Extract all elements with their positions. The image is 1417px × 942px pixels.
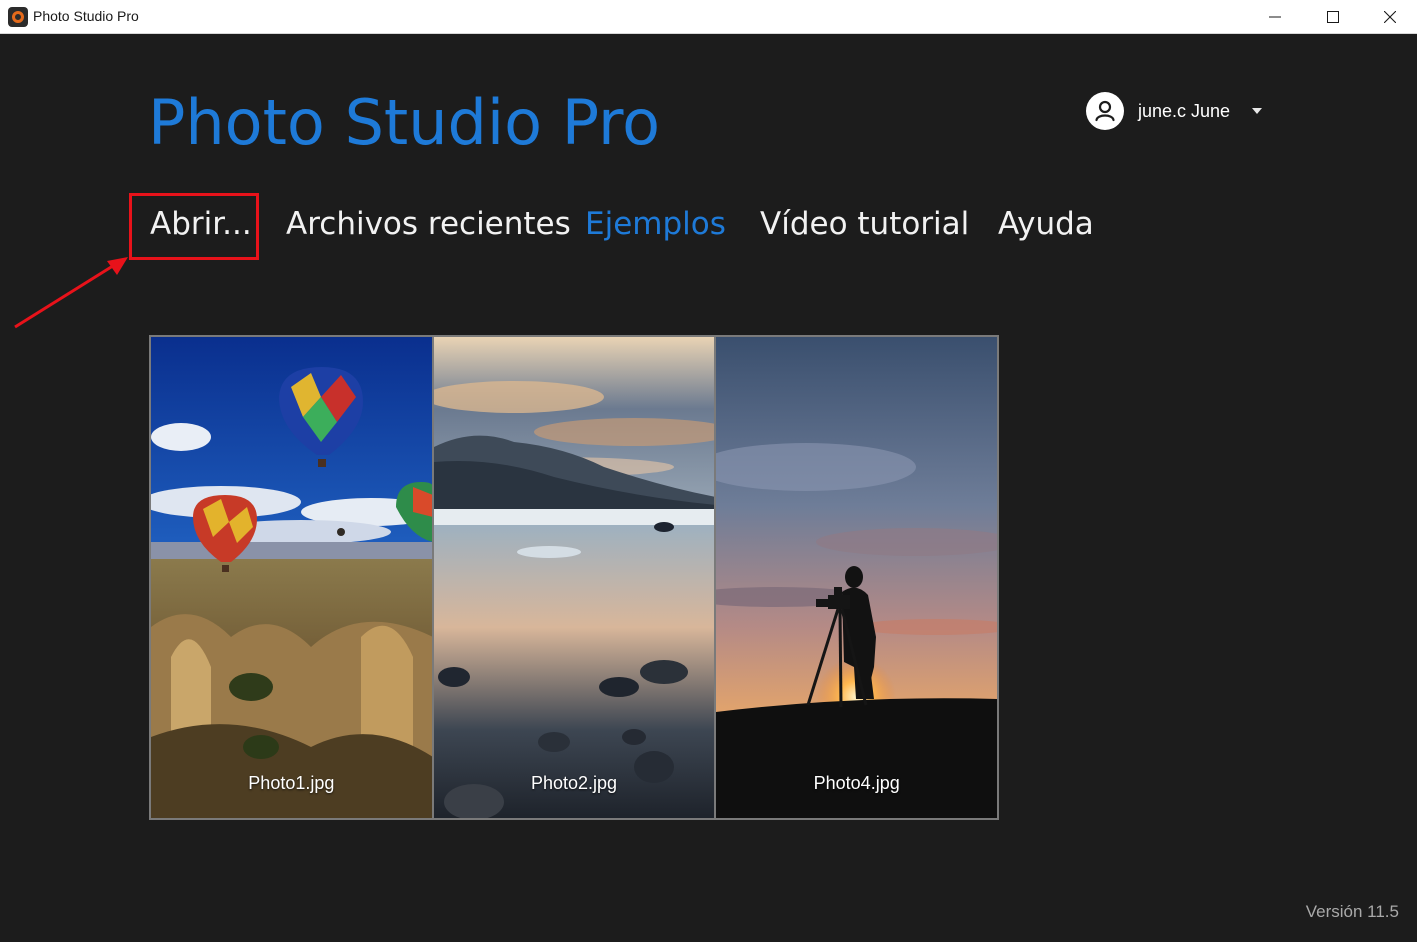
maximize-icon xyxy=(1327,11,1339,23)
minimize-button[interactable] xyxy=(1246,0,1304,34)
close-icon xyxy=(1384,11,1396,23)
gallery-thumb-photo2[interactable]: Photo2.jpg xyxy=(433,337,715,818)
balloons-photo xyxy=(151,337,432,818)
nav-video-tutorial[interactable]: Vídeo tutorial xyxy=(760,206,969,242)
photo-caption: Photo1.jpg xyxy=(248,773,335,793)
nav-help[interactable]: Ayuda xyxy=(998,206,1094,242)
window-title: Photo Studio Pro xyxy=(33,8,139,24)
app-logo-icon xyxy=(8,7,28,27)
nav-examples[interactable]: Ejemplos xyxy=(585,206,726,242)
window-titlebar: Photo Studio Pro xyxy=(0,0,1417,34)
user-avatar-icon xyxy=(1086,92,1124,130)
minimize-icon xyxy=(1269,16,1281,18)
annotation-arrow xyxy=(14,257,128,329)
examples-gallery: Photo1.jpg Photo2.jpg Photo4.jpg xyxy=(149,335,999,820)
user-menu[interactable]: june.c June xyxy=(1086,91,1263,131)
photo-caption: Photo2.jpg xyxy=(530,773,618,793)
photo-caption: Photo4.jpg xyxy=(813,773,900,793)
nav-recent-files[interactable]: Archivos recientes xyxy=(286,206,571,242)
close-button[interactable] xyxy=(1361,0,1417,34)
gallery-thumb-photo1[interactable]: Photo1.jpg xyxy=(151,337,432,818)
lake-photo xyxy=(433,337,715,818)
app-brand-title: Photo Studio Pro xyxy=(148,86,661,159)
sunset-photographer-photo xyxy=(716,337,998,818)
user-name: june.c June xyxy=(1138,100,1231,121)
maximize-button[interactable] xyxy=(1304,0,1362,34)
caret-down-icon[interactable] xyxy=(1252,108,1263,114)
gallery-thumb-photo4[interactable]: Photo4.jpg xyxy=(716,337,998,818)
version-label: Versión 11.5 xyxy=(1305,902,1399,921)
highlight-annotation-box xyxy=(129,193,259,260)
